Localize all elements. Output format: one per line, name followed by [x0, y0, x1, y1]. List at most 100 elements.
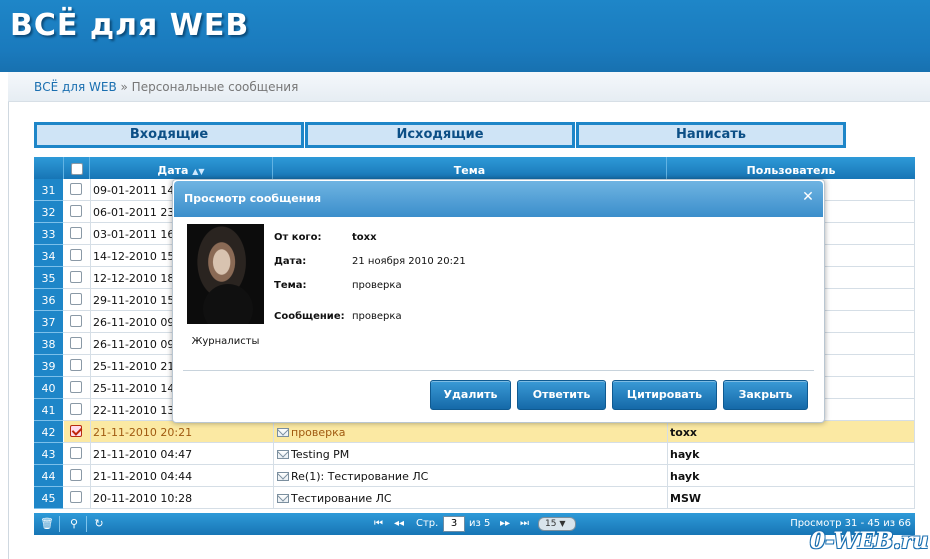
row-number: 31: [34, 179, 64, 201]
page-total-label: из 5: [469, 518, 491, 529]
row-number: 40: [34, 377, 64, 399]
close-icon[interactable]: ✕: [802, 190, 814, 204]
tab-compose[interactable]: Написать: [576, 122, 846, 148]
row-checkbox[interactable]: [70, 403, 82, 415]
envelope-icon: [277, 428, 289, 437]
quote-button[interactable]: Цитировать: [612, 380, 717, 410]
subject-value: проверка: [352, 280, 402, 291]
header-subject[interactable]: Тема: [273, 157, 667, 179]
header-number-column: [34, 157, 64, 179]
row-user[interactable]: hayk: [667, 465, 915, 487]
last-page-icon[interactable]: ⏭: [520, 516, 529, 532]
search-icon[interactable]: ⚲: [67, 517, 81, 531]
table-header: Дата ▲▼ Тема Пользователь: [34, 157, 915, 179]
row-subject[interactable]: Re(1): Тестирование ЛС: [273, 465, 667, 487]
date-value: 21 ноября 2010 20:21: [352, 256, 466, 267]
row-checkbox[interactable]: [70, 183, 82, 195]
envelope-icon: [277, 450, 289, 459]
breadcrumb-home-link[interactable]: ВСЁ для WEB: [34, 80, 117, 94]
row-subject-text: Re(1): Тестирование ЛС: [291, 470, 429, 483]
row-number: 39: [34, 355, 64, 377]
row-checkbox[interactable]: [70, 381, 82, 393]
breadcrumb-current: Персональные сообщения: [131, 80, 299, 94]
row-subject-text: проверка: [291, 426, 346, 439]
table-footer: 🗑 ⚲ ↻ ⏮ ◂◂ Стр. 3 из 5 ▸▸ ⏭ 15 ▼ Просмот…: [34, 513, 915, 535]
page-number-input[interactable]: 3: [443, 516, 465, 532]
row-checkbox[interactable]: [70, 359, 82, 371]
row-checkbox[interactable]: [70, 491, 82, 503]
delete-button[interactable]: Удалить: [430, 380, 511, 410]
table-row[interactable]: 43 21-11-2010 04:47 Testing PM hayk: [34, 443, 915, 465]
message-view-dialog: Просмотр сообщения ✕ Журналисты От кого:…: [172, 179, 825, 423]
breadcrumb: ВСЁ для WEB » Персональные сообщения: [34, 80, 298, 94]
first-page-icon[interactable]: ⏮: [374, 516, 383, 532]
row-date[interactable]: 21-11-2010 04:47: [90, 443, 273, 465]
table-row[interactable]: 45 20-11-2010 10:28 Тестирование ЛС MSW: [34, 487, 915, 509]
select-all-checkbox[interactable]: [70, 163, 83, 175]
header-date[interactable]: Дата ▲▼: [90, 157, 273, 179]
row-checkbox[interactable]: [70, 205, 82, 217]
tab-outbox[interactable]: Исходящие: [305, 122, 575, 148]
message-label: Сообщение:: [274, 311, 345, 322]
envelope-icon: [277, 472, 289, 481]
header-user[interactable]: Пользователь: [667, 157, 915, 179]
site-header: ВСЁ для WEB: [0, 0, 930, 72]
row-checkbox[interactable]: [70, 425, 82, 437]
row-subject-text: Тестирование ЛС: [291, 492, 392, 505]
table-row[interactable]: 44 21-11-2010 04:44 Re(1): Тестирование ЛС…: [34, 465, 915, 487]
row-number: 34: [34, 245, 64, 267]
from-value[interactable]: toxx: [352, 232, 377, 243]
prev-page-icon[interactable]: ◂◂: [394, 516, 404, 532]
row-checkbox[interactable]: [70, 469, 82, 481]
row-subject[interactable]: проверка: [273, 421, 667, 443]
close-button[interactable]: Закрыть: [723, 380, 808, 410]
row-number: 32: [34, 201, 64, 223]
row-checkbox[interactable]: [70, 293, 82, 305]
row-number: 37: [34, 311, 64, 333]
message-value: проверка: [352, 311, 402, 322]
row-date[interactable]: 21-11-2010 04:44: [90, 465, 273, 487]
row-subject[interactable]: Testing PM: [273, 443, 667, 465]
site-title[interactable]: ВСЁ для WEB: [10, 8, 249, 43]
avatar-caption: Журналисты: [191, 336, 260, 347]
page-label: Стр.: [416, 518, 439, 529]
row-user[interactable]: MSW: [667, 487, 915, 509]
row-user[interactable]: toxx: [667, 421, 915, 443]
per-page-select[interactable]: 15 ▼: [538, 517, 576, 531]
row-checkbox[interactable]: [70, 337, 82, 349]
header-select-all-cell: [64, 157, 90, 179]
row-subject-text: Testing PM: [291, 448, 350, 461]
row-number: 36: [34, 289, 64, 311]
date-label: Дата:: [274, 256, 307, 267]
refresh-icon[interactable]: ↻: [92, 517, 106, 531]
row-number: 38: [34, 333, 64, 355]
row-number: 44: [34, 465, 64, 487]
envelope-icon: [277, 494, 289, 503]
row-checkbox[interactable]: [70, 271, 82, 283]
row-user[interactable]: hayk: [667, 443, 915, 465]
breadcrumb-separator: »: [116, 80, 132, 94]
row-number: 33: [34, 223, 64, 245]
row-checkbox[interactable]: [70, 227, 82, 239]
row-checkbox[interactable]: [70, 315, 82, 327]
row-number: 41: [34, 399, 64, 421]
user-avatar: [187, 224, 264, 324]
next-page-icon[interactable]: ▸▸: [500, 516, 510, 532]
header-date-label: Дата: [157, 164, 189, 177]
row-date[interactable]: 20-11-2010 10:28: [90, 487, 273, 509]
table-row[interactable]: 42 21-11-2010 20:21 проверка toxx: [34, 421, 915, 443]
trash-icon[interactable]: 🗑: [40, 517, 54, 531]
footer-divider: [59, 516, 60, 532]
reply-button[interactable]: Ответить: [517, 380, 606, 410]
subject-label: Тема:: [274, 280, 307, 291]
row-date[interactable]: 21-11-2010 20:21: [90, 421, 273, 443]
dialog-divider: [183, 370, 814, 371]
row-number: 45: [34, 487, 64, 509]
row-number: 35: [34, 267, 64, 289]
pm-tabs: Входящие Исходящие Написать: [34, 122, 846, 148]
chevron-down-icon: ▼: [559, 519, 566, 528]
row-subject[interactable]: Тестирование ЛС: [273, 487, 667, 509]
row-checkbox[interactable]: [70, 447, 82, 459]
row-checkbox[interactable]: [70, 249, 82, 261]
tab-inbox[interactable]: Входящие: [34, 122, 304, 148]
